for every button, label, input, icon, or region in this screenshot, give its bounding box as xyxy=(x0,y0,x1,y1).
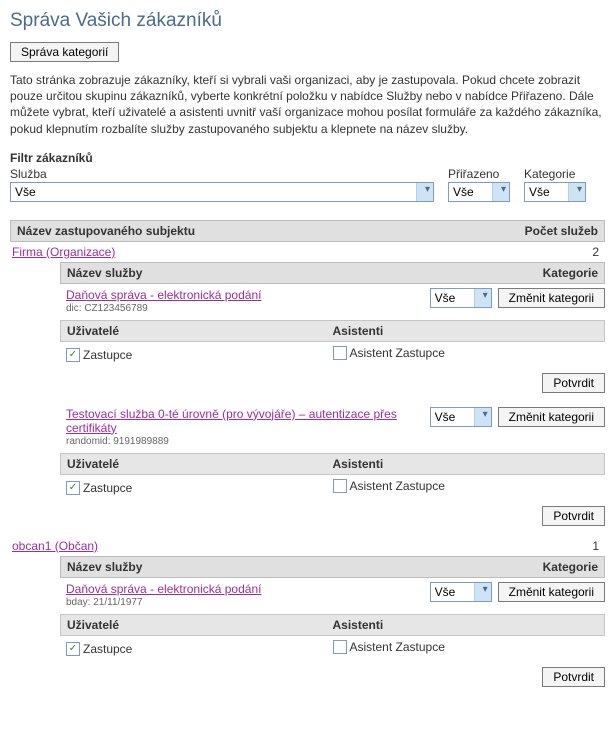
assistants-header: Asistenti xyxy=(333,618,599,632)
users-assistants-row: ✓Zastupce Asistent Zastupce xyxy=(60,475,605,500)
page-title: Správa Vašich zákazníků xyxy=(10,10,605,32)
service-category-select[interactable]: Vše xyxy=(430,288,492,308)
users-header: Uživatelé xyxy=(67,618,333,632)
filter-assigned-label: Přiřazeno xyxy=(448,167,510,181)
service-id: randomid: 9191989889 xyxy=(66,436,430,447)
user-checkbox[interactable]: ✓ xyxy=(66,481,80,495)
filter-service-select[interactable]: Vše xyxy=(10,182,434,202)
assistant-checkbox-label: Asistent Zastupce xyxy=(350,640,445,654)
service-category-select[interactable]: Vše xyxy=(430,582,492,602)
subjects-header-name: Název zastupovaného subjektu xyxy=(17,224,195,238)
user-checkbox-label: Zastupce xyxy=(83,642,132,656)
users-assistants-header: UživateléAsistenti xyxy=(60,453,605,475)
filter-category-select[interactable]: Vše xyxy=(524,182,586,202)
service-category-select[interactable]: Vše xyxy=(430,407,492,427)
users-assistants-row: ✓Zastupce Asistent Zastupce xyxy=(60,636,605,661)
filter-category-label: Kategorie xyxy=(524,167,586,181)
service-id: bday: 21/11/1977 xyxy=(66,597,430,608)
subject-link[interactable]: obcan1 (Občan) xyxy=(12,539,98,553)
filter-service-label: Služba xyxy=(10,167,434,181)
services-header-name: Název služby xyxy=(67,266,142,280)
users-assistants-row: ✓Zastupce Asistent Zastupce xyxy=(60,342,605,367)
assistant-checkbox[interactable] xyxy=(333,479,347,493)
page-description: Tato stránka zobrazuje zákazníky, kteří … xyxy=(10,72,605,137)
users-assistants-header: UživateléAsistenti xyxy=(60,320,605,342)
filters-heading: Filtr zákazníků xyxy=(10,151,605,165)
confirm-button[interactable]: Potvrdit xyxy=(542,506,605,526)
subject-count: 1 xyxy=(592,539,599,553)
user-checkbox[interactable]: ✓ xyxy=(66,348,80,362)
assistants-header: Asistenti xyxy=(333,457,599,471)
service-row: Testovací služba 0-té úrovně (pro vývojá… xyxy=(60,403,605,449)
assistant-checkbox[interactable] xyxy=(333,346,347,360)
subjects-header: Název zastupovaného subjektu Počet služe… xyxy=(10,220,605,242)
filter-assigned-select[interactable]: Vše xyxy=(448,182,510,202)
confirm-row: Potvrdit xyxy=(10,367,605,403)
assistants-header: Asistenti xyxy=(333,324,599,338)
users-assistants-header: UživateléAsistenti xyxy=(60,614,605,636)
services-header: Název služby Kategorie xyxy=(60,556,605,578)
services-header-category: Kategorie xyxy=(543,266,598,280)
change-category-button[interactable]: Změnit kategorii xyxy=(498,288,605,308)
subject-count: 2 xyxy=(592,245,599,259)
manage-categories-button[interactable]: Správa kategorií xyxy=(10,42,119,62)
service-link[interactable]: Testovací služba 0-té úrovně (pro vývojá… xyxy=(66,407,397,435)
services-header-name: Název služby xyxy=(67,560,142,574)
confirm-row: Potvrdit xyxy=(10,500,605,536)
subject-row: Firma (Organizace) 2 xyxy=(10,242,605,262)
services-header-category: Kategorie xyxy=(543,560,598,574)
change-category-button[interactable]: Změnit kategorii xyxy=(498,582,605,602)
user-checkbox[interactable]: ✓ xyxy=(66,642,80,656)
user-checkbox-label: Zastupce xyxy=(83,481,132,495)
users-header: Uživatelé xyxy=(67,324,333,338)
confirm-button[interactable]: Potvrdit xyxy=(542,667,605,687)
subjects-header-count: Počet služeb xyxy=(525,224,598,238)
service-link[interactable]: Daňová správa - elektronická podání xyxy=(66,582,261,596)
assistant-checkbox[interactable] xyxy=(333,640,347,654)
service-id: dic: CZ123456789 xyxy=(66,303,430,314)
services-header: Název služby Kategorie xyxy=(60,262,605,284)
service-row: Daňová správa - elektronická podáníbday:… xyxy=(60,578,605,610)
user-checkbox-label: Zastupce xyxy=(83,348,132,362)
filters-row: Služba Vše Přiřazeno Vše Kategorie Vše xyxy=(10,167,605,202)
assistant-checkbox-label: Asistent Zastupce xyxy=(350,346,445,360)
assistant-checkbox-label: Asistent Zastupce xyxy=(350,479,445,493)
subject-row: obcan1 (Občan) 1 xyxy=(10,536,605,556)
subject-link[interactable]: Firma (Organizace) xyxy=(12,245,115,259)
change-category-button[interactable]: Změnit kategorii xyxy=(498,407,605,427)
confirm-button[interactable]: Potvrdit xyxy=(542,373,605,393)
users-header: Uživatelé xyxy=(67,457,333,471)
confirm-row: Potvrdit xyxy=(10,661,605,697)
service-link[interactable]: Daňová správa - elektronická podání xyxy=(66,288,261,302)
service-row: Daňová správa - elektronická podánídic: … xyxy=(60,284,605,316)
